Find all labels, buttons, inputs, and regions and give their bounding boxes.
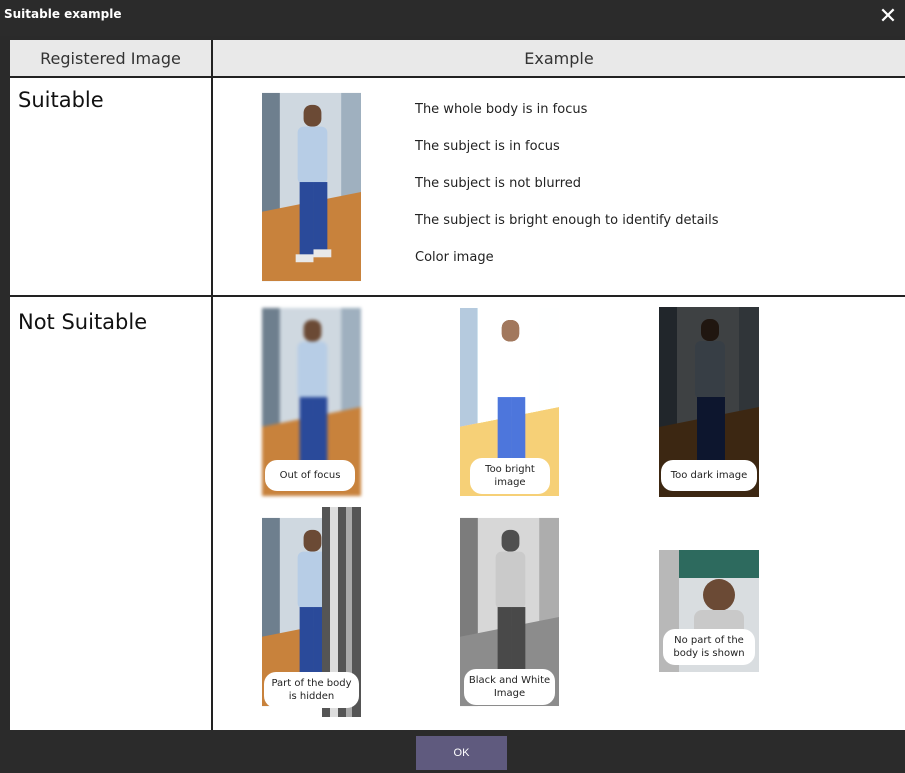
criteria-item: The subject is in focus	[415, 139, 560, 154]
close-icon[interactable]: ✕	[875, 4, 901, 30]
suitable-label: Suitable	[18, 88, 104, 112]
no-body-caption: No part of the body is shown	[663, 629, 755, 665]
not-suitable-label: Not Suitable	[18, 310, 148, 334]
dialog-footer: OK	[0, 730, 905, 773]
suitable-photo	[262, 90, 361, 284]
title-bar: Suitable example ✕	[0, 0, 905, 36]
criteria-item: Color image	[415, 250, 494, 265]
body-hidden-caption: Part of the body is hidden	[264, 672, 359, 708]
criteria-item: The subject is not blurred	[415, 176, 582, 191]
header-registered-image: Registered Image	[10, 40, 211, 78]
suitable-criteria-list: The whole body is in focus The subject i…	[415, 102, 719, 287]
too-dark-caption: Too dark image	[661, 460, 757, 491]
column-divider	[211, 40, 213, 730]
ok-button[interactable]: OK	[416, 736, 507, 770]
criteria-item: The whole body is in focus	[415, 102, 588, 117]
window-title: Suitable example	[4, 7, 122, 21]
row-divider	[10, 295, 905, 297]
header-example: Example	[213, 40, 905, 78]
black-and-white-caption: Black and White Image	[464, 669, 555, 705]
out-of-focus-caption: Out of focus	[265, 460, 355, 491]
too-bright-caption: Too bright image	[470, 458, 550, 494]
example-table: Registered Image Example Suitable Not Su…	[10, 40, 905, 730]
criteria-item: The subject is bright enough to identify…	[415, 213, 719, 228]
